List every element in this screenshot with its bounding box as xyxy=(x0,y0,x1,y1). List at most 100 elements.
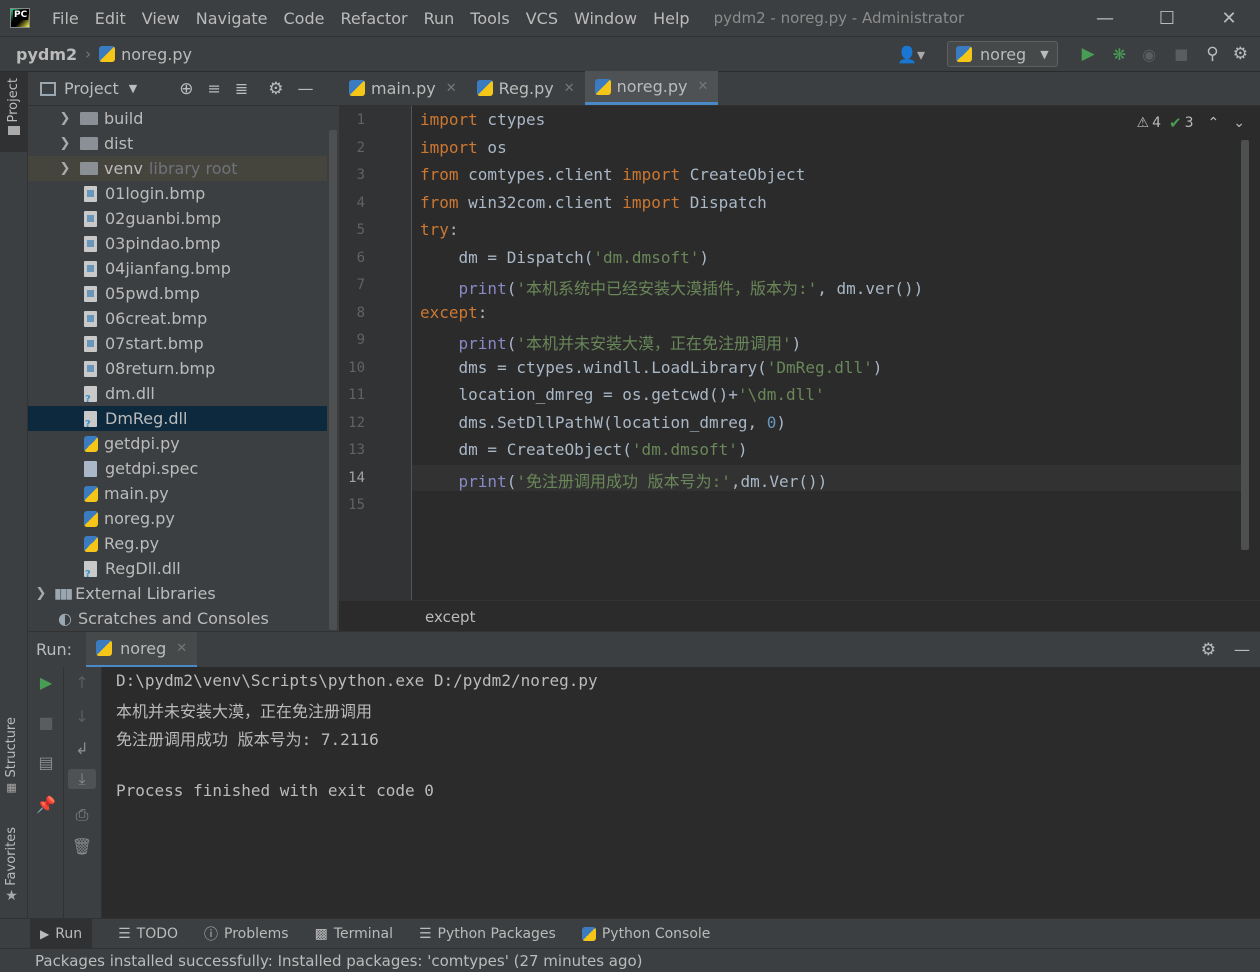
tree-file[interactable]: 01login.bmp xyxy=(28,181,327,206)
tree-file[interactable]: getdpi.spec xyxy=(28,456,327,481)
tab-reg-py[interactable]: Reg.py ✕ xyxy=(467,71,585,105)
tool-window-python-console[interactable]: Python Console xyxy=(581,926,710,942)
tree-file[interactable]: 08return.bmp xyxy=(28,356,327,381)
pin-icon[interactable]: 📌 xyxy=(28,795,64,814)
tree-file[interactable]: 07start.bmp xyxy=(28,331,327,356)
python-file-icon xyxy=(84,535,98,552)
favorites-tool-tab[interactable]: Favorites ★ xyxy=(4,827,19,904)
menu-help[interactable]: Help xyxy=(653,9,689,28)
tree-file[interactable]: 03pindao.bmp xyxy=(28,231,327,256)
editor-scrollbar[interactable] xyxy=(1241,140,1249,550)
run-tab-noreg[interactable]: noreg ✕ xyxy=(86,631,198,668)
debug-icon[interactable]: ❋ xyxy=(1113,45,1126,64)
close-tab-icon[interactable]: ✕ xyxy=(564,81,575,96)
locate-icon[interactable]: ⊕ xyxy=(179,79,193,99)
chevron-right-icon[interactable]: ❯ xyxy=(56,161,74,176)
run-console-output[interactable]: D:\pydm2\venv\Scripts\python.exe D:/pydm… xyxy=(102,667,1260,918)
menu-file[interactable]: File xyxy=(52,9,79,28)
tree-file[interactable]: Reg.py xyxy=(28,531,327,556)
menu-vcs[interactable]: VCS xyxy=(526,9,558,28)
project-panel-title[interactable]: Project xyxy=(64,79,119,98)
arrow-up-icon[interactable]: ↑ xyxy=(64,673,100,692)
tree-file[interactable]: dm.dll xyxy=(28,381,327,406)
next-highlight-icon[interactable]: ⌄ xyxy=(1233,115,1245,131)
project-scrollbar[interactable] xyxy=(329,130,337,630)
soft-wrap-icon[interactable]: ↲ xyxy=(64,739,100,758)
previous-highlight-icon[interactable]: ⌃ xyxy=(1208,115,1220,131)
menu-run[interactable]: Run xyxy=(424,9,455,28)
run-config-selector[interactable]: noreg ▼ xyxy=(947,41,1058,67)
tool-window-run[interactable]: ▶ Run xyxy=(30,919,93,948)
code-breadcrumb: except xyxy=(339,600,1260,631)
tree-file[interactable]: 05pwd.bmp xyxy=(28,281,327,306)
stop-icon[interactable]: ■ xyxy=(1174,45,1188,63)
error-stripe xyxy=(1249,106,1260,600)
tree-file[interactable]: main.py xyxy=(28,481,327,506)
tree-file[interactable]: getdpi.py xyxy=(28,431,327,456)
arrow-down-icon[interactable]: ↓ xyxy=(64,707,100,726)
settings-gear-icon[interactable]: ⚙ xyxy=(1201,640,1216,660)
coverage-icon[interactable]: ◉ xyxy=(1142,45,1156,64)
python-file-icon xyxy=(84,510,98,527)
tree-file[interactable]: 02guanbi.bmp xyxy=(28,206,327,231)
tree-folder-build[interactable]: ❯ build xyxy=(28,106,327,131)
tool-window-terminal[interactable]: ▩ Terminal xyxy=(315,926,393,942)
line-number: 14 xyxy=(348,470,365,486)
tree-folder-dist[interactable]: ❯ dist xyxy=(28,131,327,156)
menu-view[interactable]: View xyxy=(142,9,180,28)
hide-panel-icon[interactable]: — xyxy=(298,79,314,98)
run-icon[interactable]: ▶ xyxy=(1082,44,1095,64)
tree-file[interactable]: RegDll.dll xyxy=(28,556,327,581)
tree-file[interactable]: noreg.py xyxy=(28,506,327,531)
breadcrumb-item[interactable]: except xyxy=(425,608,475,626)
tab-main-py[interactable]: main.py ✕ xyxy=(339,71,467,105)
tree-folder-venv[interactable]: ❯ venv library root xyxy=(28,156,327,181)
tree-file-selected[interactable]: DmReg.dll xyxy=(28,406,327,431)
user-icon[interactable]: 👤▾ xyxy=(897,45,925,64)
maximize-icon[interactable]: ☐ xyxy=(1136,8,1198,29)
tree-file[interactable]: 04jianfang.bmp xyxy=(28,256,327,281)
menu-code[interactable]: Code xyxy=(284,9,325,28)
status-message[interactable]: Packages installed successfully: Install… xyxy=(35,952,643,970)
trash-icon[interactable]: 🗑 xyxy=(64,837,100,856)
tool-window-problems[interactable]: ⓘ Problems xyxy=(204,924,289,944)
chevron-down-icon[interactable]: ▼ xyxy=(129,82,137,95)
nav-file[interactable]: noreg.py xyxy=(121,45,192,64)
collapse-all-icon[interactable]: ≣ xyxy=(235,79,248,98)
nav-project[interactable]: pydm2 xyxy=(16,45,77,64)
chevron-right-icon[interactable]: ❯ xyxy=(32,586,50,601)
inspection-widget[interactable]: ⚠ 4 ✔ 3 ⌃ ⌄ xyxy=(1137,114,1245,132)
tree-external-libraries[interactable]: ❯ ▮▮▮ External Libraries xyxy=(28,581,327,606)
stop-icon[interactable]: ■ xyxy=(28,713,64,732)
tab-noreg-py[interactable]: noreg.py ✕ xyxy=(584,71,719,105)
scroll-to-end-icon[interactable]: ⤓ xyxy=(68,769,96,789)
menu-tools[interactable]: Tools xyxy=(470,9,509,28)
settings-gear-icon[interactable]: ⚙ xyxy=(1233,44,1248,64)
close-tab-icon[interactable]: ✕ xyxy=(446,81,457,96)
rerun-icon[interactable]: ▶ xyxy=(28,673,64,692)
tree-scratches[interactable]: ◐ Scratches and Consoles xyxy=(28,606,327,631)
menu-navigate[interactable]: Navigate xyxy=(196,9,268,28)
settings-gear-icon[interactable]: ⚙ xyxy=(268,79,283,99)
menu-edit[interactable]: Edit xyxy=(95,9,126,28)
expand-all-icon[interactable]: ≡ xyxy=(207,79,220,98)
menu-refactor[interactable]: Refactor xyxy=(340,9,407,28)
tree-file[interactable]: 06creat.bmp xyxy=(28,306,327,331)
tool-window-python-packages[interactable]: ☰ Python Packages xyxy=(419,926,556,942)
layout-icon[interactable]: ▤ xyxy=(28,753,64,772)
close-tab-icon[interactable]: ✕ xyxy=(176,641,187,656)
tool-window-todo[interactable]: ☰ TODO xyxy=(118,926,178,942)
chevron-right-icon[interactable]: ❯ xyxy=(56,136,74,151)
close-tab-icon[interactable]: ✕ xyxy=(697,79,708,94)
search-icon[interactable]: ⚲ xyxy=(1206,44,1218,64)
print-icon[interactable]: ⎙ xyxy=(64,805,100,825)
close-icon[interactable]: ✕ xyxy=(1198,8,1260,29)
chevron-right-icon[interactable]: ❯ xyxy=(56,111,74,126)
structure-tool-tab[interactable]: Structure ▦ xyxy=(4,717,19,794)
menu-window[interactable]: Window xyxy=(574,9,637,28)
hide-panel-icon[interactable]: — xyxy=(1234,640,1250,659)
code-editor[interactable]: import ctypes import os from comtypes.cl… xyxy=(411,106,1250,600)
minimize-icon[interactable]: — xyxy=(1074,8,1136,29)
tree-label: 04jianfang.bmp xyxy=(105,259,231,278)
project-tool-tab[interactable]: Project xyxy=(0,72,27,152)
